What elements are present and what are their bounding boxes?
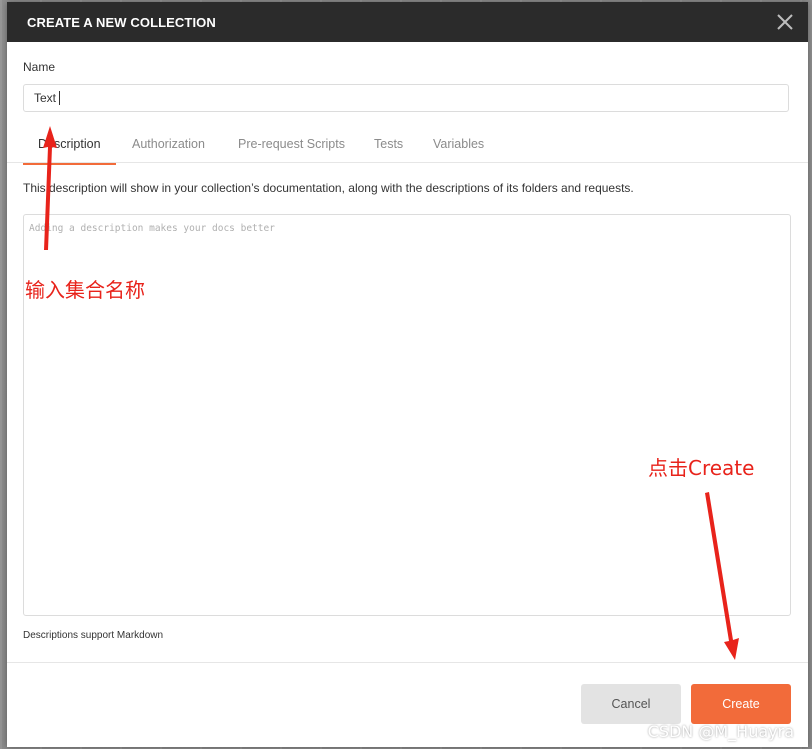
create-collection-dialog: CREATE A NEW COLLECTION Name Description… <box>7 2 808 747</box>
annotation-create-hint: 点击Create <box>648 456 755 480</box>
cancel-button[interactable]: Cancel <box>581 684 681 724</box>
markdown-support-note: Descriptions support Markdown <box>23 630 164 641</box>
tab-bar: Description Authorization Pre-request Sc… <box>23 132 808 165</box>
csdn-watermark: CSDN @M_Huayra <box>647 722 794 741</box>
text-caret <box>59 91 60 105</box>
annotation-name-hint: 输入集合名称 <box>25 278 145 302</box>
collection-name-input[interactable] <box>23 84 789 112</box>
dialog-header: CREATE A NEW COLLECTION <box>7 2 808 42</box>
tab-pre-request-scripts[interactable]: Pre-request Scripts <box>238 132 345 162</box>
close-icon[interactable] <box>774 11 796 33</box>
description-info-text: This description will show in your colle… <box>23 181 634 195</box>
tab-variables[interactable]: Variables <box>433 132 484 162</box>
tab-tests[interactable]: Tests <box>374 132 403 162</box>
tabs-divider <box>7 162 808 163</box>
tab-authorization[interactable]: Authorization <box>132 132 205 162</box>
tab-description[interactable]: Description <box>23 132 116 165</box>
name-label: Name <box>23 60 56 74</box>
footer-divider <box>7 662 808 663</box>
dialog-title: CREATE A NEW COLLECTION <box>27 15 216 30</box>
create-button[interactable]: Create <box>691 684 791 724</box>
